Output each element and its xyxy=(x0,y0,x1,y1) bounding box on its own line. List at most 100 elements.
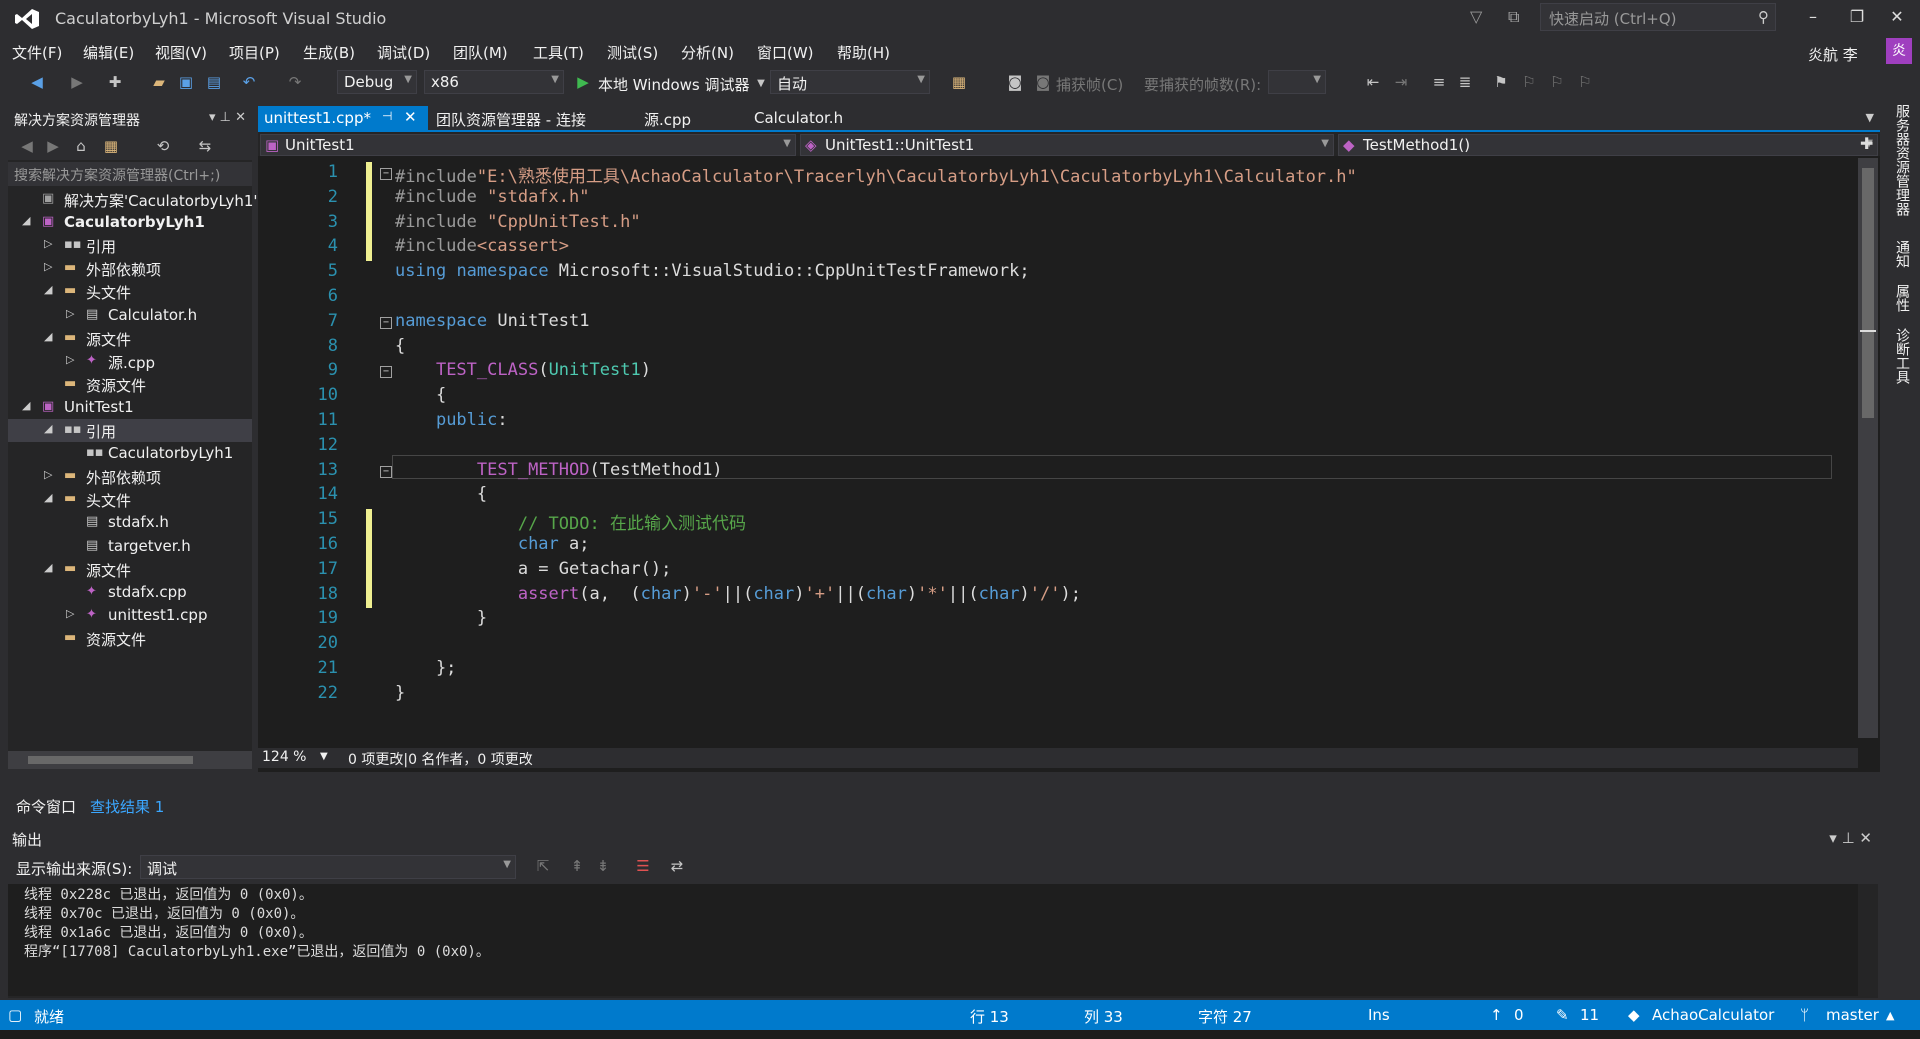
code-area[interactable]: 1− #include"E:\熟悉使用工具\AchaoCalculator\Tra… xyxy=(258,158,1858,738)
tree-item[interactable]: ▤ stdafx.h xyxy=(8,511,252,534)
code-line[interactable]: a = Getachar(); xyxy=(395,559,672,584)
collapse-arrow-icon[interactable]: ◢ xyxy=(44,561,52,574)
unpublished-count[interactable]: 0 xyxy=(1514,1006,1524,1024)
outdent-icon[interactable]: ⇤ xyxy=(1362,71,1384,93)
uncomment-icon[interactable]: ≣ xyxy=(1454,71,1476,93)
notifications-tab[interactable]: 通知 xyxy=(1892,240,1912,268)
clear-bookmarks-icon[interactable]: ⚐ xyxy=(1574,71,1596,93)
code-line[interactable]: { xyxy=(395,336,405,361)
collapse-arrow-icon[interactable]: ◢ xyxy=(22,214,30,227)
pencil-icon[interactable]: ✎ xyxy=(1556,1006,1569,1024)
new-project-icon[interactable]: ✚ xyxy=(104,71,126,93)
collapse-arrow-icon[interactable]: ◢ xyxy=(44,283,52,296)
tree-item[interactable]: ▷ ▤ Calculator.h xyxy=(8,304,252,327)
code-line[interactable]: // TODO: 在此输入测试代码 xyxy=(395,509,746,534)
horizontal-scrollbar[interactable] xyxy=(8,751,252,769)
tree-item[interactable]: ◢ ▬ 源文件 xyxy=(8,558,252,581)
next-message-icon[interactable]: ⇟ xyxy=(592,855,614,877)
diagnostic-tools-tab[interactable]: 诊断工具 xyxy=(1892,328,1912,384)
pin-icon[interactable]: ⊣ xyxy=(382,109,392,123)
tree-item[interactable]: ▬ 资源文件 xyxy=(8,627,252,650)
code-line[interactable]: char a; xyxy=(395,534,590,559)
feedback-icon[interactable]: ⧉ xyxy=(1508,7,1528,27)
collapse-region-icon[interactable]: − xyxy=(380,366,392,379)
tab-source-cpp[interactable]: 源.cpp xyxy=(638,106,697,130)
git-branch-icon[interactable]: ᛘ xyxy=(1800,1006,1809,1024)
output-source-select[interactable]: 调试 ▼ xyxy=(140,855,516,879)
panel-controls[interactable]: ▾ ⊥ ✕ xyxy=(1829,829,1872,847)
collapse-arrow-icon[interactable]: ◢ xyxy=(44,491,52,504)
sync-icon[interactable]: ⇆ xyxy=(194,135,216,157)
tree-item[interactable]: ◢ ▣ UnitTest1 xyxy=(8,396,252,419)
output-text[interactable]: 线程 0x228c 已退出，返回值为 0 (0x0)。 线程 0x70c 已退出，… xyxy=(8,884,1858,996)
find-in-files-icon[interactable]: ▦ xyxy=(948,71,970,93)
expand-arrow-icon[interactable]: ▷ xyxy=(44,468,52,481)
chevron-down-icon[interactable]: ▼ xyxy=(750,73,772,95)
repository-name[interactable]: AchaoCalculator xyxy=(1652,1006,1774,1024)
tree-item[interactable]: ▷ ✦ unittest1.cpp xyxy=(8,604,252,627)
server-explorer-tab[interactable]: 服务器资源管理器 xyxy=(1892,104,1912,216)
comment-icon[interactable]: ≡ xyxy=(1428,71,1450,93)
member-select[interactable]: ◆ TestMethod1() ▼ xyxy=(1338,134,1878,156)
save-icon[interactable]: ▣ xyxy=(175,71,197,93)
collapse-region-icon[interactable]: − xyxy=(380,316,392,329)
menu-window[interactable]: 窗口(W) xyxy=(757,42,814,63)
code-line[interactable]: #include "CppUnitTest.h" xyxy=(395,212,641,237)
pending-changes-icon[interactable]: ⟲ xyxy=(152,135,174,157)
properties-tab[interactable]: 属性 xyxy=(1892,284,1912,312)
back-icon[interactable]: ◀ xyxy=(26,71,48,93)
prev-bookmark-icon[interactable]: ⚐ xyxy=(1518,71,1540,93)
close-button[interactable]: ✕ xyxy=(1878,4,1916,30)
go-to-location-icon[interactable]: ⇱ xyxy=(532,855,554,877)
collapse-region-icon[interactable]: − xyxy=(380,168,392,180)
tree-item[interactable]: ▷ ✦ 源.cpp xyxy=(8,350,252,373)
code-line[interactable]: TEST_CLASS(UnitTest1) xyxy=(395,360,651,385)
code-line[interactable]: } xyxy=(395,683,405,708)
tab-unittest1-cpp[interactable]: unittest1.cpp* ⊣ ✕ xyxy=(258,106,428,130)
frames-count-input[interactable]: ▼ xyxy=(1268,70,1326,94)
collapse-arrow-icon[interactable]: ◢ xyxy=(44,422,52,435)
previous-message-icon[interactable]: ⇞ xyxy=(566,855,588,877)
collapse-arrow-icon[interactable]: ◢ xyxy=(44,330,52,343)
tab-team-explorer[interactable]: 团队资源管理器 - 连接 xyxy=(430,106,592,130)
expand-arrow-icon[interactable]: ▷ xyxy=(66,307,74,320)
tree-item[interactable]: ◢ ▬ 头文件 xyxy=(8,488,252,511)
menu-debug[interactable]: 调试(D) xyxy=(377,42,430,63)
git-repo-icon[interactable]: ◆ xyxy=(1628,1006,1640,1024)
collapse-region-icon[interactable]: − xyxy=(380,465,392,478)
word-wrap-icon[interactable]: ⇄ xyxy=(666,855,688,877)
scope-select[interactable]: ◈ UnitTest1::UnitTest1 ▼ xyxy=(800,134,1334,156)
code-line[interactable]: namespace UnitTest1 xyxy=(395,311,589,336)
code-line[interactable]: using namespace Microsoft::VisualStudio:… xyxy=(395,261,1030,286)
undo-icon[interactable]: ↶ xyxy=(238,71,260,93)
expand-arrow-icon[interactable]: ▷ xyxy=(66,353,74,366)
zoom-level[interactable]: 124 % xyxy=(262,749,306,765)
capture-icon[interactable]: ◙ xyxy=(1032,71,1054,93)
code-line[interactable]: TEST_METHOD(TestMethod1) xyxy=(395,460,723,485)
bookmark-icon[interactable]: ⚑ xyxy=(1490,71,1512,93)
indent-icon[interactable]: ⇥ xyxy=(1390,71,1412,93)
start-debugger-button[interactable]: 本地 Windows 调试器 xyxy=(598,74,750,95)
code-line[interactable]: assert(a, (char)'-'||(char)'+'||(char)'*… xyxy=(395,584,1081,609)
code-line[interactable]: #include<cassert> xyxy=(395,236,569,261)
tree-item[interactable]: ◢ ▪▪ 引用 xyxy=(8,419,252,442)
menu-analyze[interactable]: 分析(N) xyxy=(681,42,734,63)
code-line[interactable]: }; xyxy=(395,658,456,683)
minimize-button[interactable]: – xyxy=(1794,4,1832,30)
tree-item[interactable]: ◢ ▬ 源文件 xyxy=(8,327,252,350)
code-line[interactable]: { xyxy=(395,385,446,410)
code-line[interactable]: { xyxy=(395,484,487,509)
tab-dropdown-icon[interactable]: ▼ xyxy=(1866,111,1874,124)
camera-icon[interactable]: ◙ xyxy=(1004,71,1026,93)
tree-item[interactable]: ◢ ▣ CaculatorbyLyh1 xyxy=(8,211,252,234)
redo-icon[interactable]: ↷ xyxy=(284,71,306,93)
expand-arrow-icon[interactable]: ▷ xyxy=(66,607,74,620)
scroll-thumb[interactable] xyxy=(1862,168,1874,418)
publish-icon[interactable]: ↑ xyxy=(1490,1006,1503,1024)
menu-test[interactable]: 测试(S) xyxy=(607,42,658,63)
forward-icon[interactable]: ▶ xyxy=(42,135,64,157)
vertical-scrollbar[interactable] xyxy=(1858,158,1878,738)
expand-arrow-icon[interactable]: ▷ xyxy=(44,237,52,250)
code-line[interactable]: public: xyxy=(395,410,508,435)
chevron-down-icon[interactable]: ▼ xyxy=(320,751,328,762)
